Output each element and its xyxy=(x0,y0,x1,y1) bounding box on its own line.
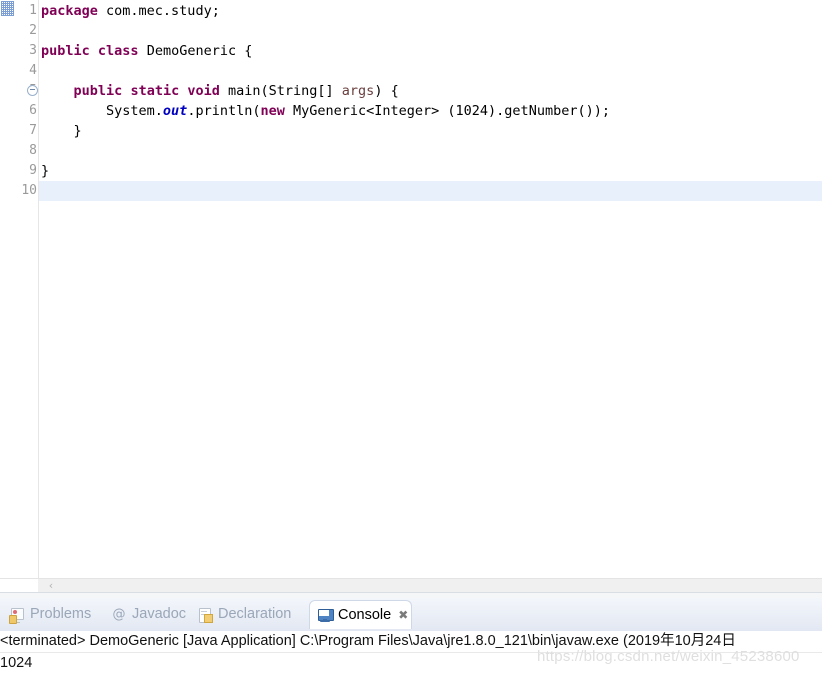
annotation-ruler[interactable] xyxy=(0,0,16,592)
declaration-icon xyxy=(197,607,213,623)
code-line[interactable] xyxy=(39,21,822,41)
code-token-kw: package xyxy=(41,3,98,19)
code-line-current[interactable] xyxy=(39,181,822,201)
code-token-plain: com.mec.study; xyxy=(97,3,220,19)
annotation-overview-marker xyxy=(1,1,14,16)
console-view[interactable]: <terminated> DemoGeneric [Java Applicati… xyxy=(0,631,822,688)
code-line[interactable]: public class DemoGeneric { xyxy=(39,41,822,61)
code-token-prm: args xyxy=(341,83,375,99)
tab-label: Javadoc xyxy=(132,606,187,623)
javadoc-icon: @ xyxy=(112,606,126,622)
code-token-kw: class xyxy=(97,43,139,59)
bottom-view-stack: Problems @ Javadoc Declaration Console ✖ <ter… xyxy=(0,598,822,688)
tab-label: Declaration xyxy=(218,606,292,623)
code-token-kw: void xyxy=(187,83,220,99)
tab-close-icon[interactable]: ✖ xyxy=(398,609,408,621)
code-token-kw: new xyxy=(260,103,285,119)
code-token-plain: System. xyxy=(41,103,163,119)
code-line[interactable] xyxy=(39,141,822,161)
view-tab-bar: Problems @ Javadoc Declaration Console ✖ xyxy=(0,598,822,631)
tab-label: Problems xyxy=(30,606,92,623)
scrollbar-left-pad xyxy=(0,579,38,592)
tab-console[interactable]: Console ✖ xyxy=(309,600,412,629)
tab-javadoc[interactable]: @ Javadoc xyxy=(104,600,190,629)
code-line[interactable]: } xyxy=(39,121,822,141)
code-line[interactable] xyxy=(39,61,822,81)
code-token-plain: } xyxy=(41,163,50,179)
code-token-plain: } xyxy=(41,123,82,139)
console-launch-header: <terminated> DemoGeneric [Java Applicati… xyxy=(0,631,822,653)
code-token-kw: static xyxy=(130,83,180,99)
code-token-plain: MyGeneric<Integer> (1024).getNumber()); xyxy=(284,103,610,119)
code-line[interactable]: package com.mec.study; xyxy=(39,1,822,21)
code-token-plain: .println( xyxy=(187,103,261,119)
code-token-kw: public xyxy=(73,83,123,99)
code-line[interactable]: } xyxy=(39,161,822,181)
code-token-plain: DemoGeneric { xyxy=(138,43,253,59)
tab-label: Console xyxy=(338,606,392,623)
code-text-area[interactable]: package com.mec.study; public class DemoG… xyxy=(39,0,822,592)
editor-horizontal-scrollbar[interactable]: ‹ xyxy=(0,578,822,592)
java-editor[interactable]: 12345678910 package com.mec.study;public… xyxy=(0,0,822,592)
code-line[interactable]: System.out.println(new MyGeneric<Integer… xyxy=(39,101,822,121)
code-token-kw: public xyxy=(41,43,90,59)
scroll-left-arrow-icon[interactable]: ‹ xyxy=(44,579,58,592)
tab-declaration[interactable]: Declaration xyxy=(190,600,309,629)
code-fold-collapse-icon[interactable] xyxy=(27,81,38,101)
code-line[interactable]: public static void main(String[] args) { xyxy=(39,81,822,101)
tab-problems[interactable]: Problems xyxy=(2,600,104,629)
code-token-plain: ) { xyxy=(374,83,399,99)
console-icon xyxy=(317,607,334,623)
problems-icon xyxy=(9,607,25,624)
code-token-plain: main(String[] xyxy=(219,83,342,99)
code-token-fld: out xyxy=(162,103,188,119)
code-folding-ruler[interactable] xyxy=(27,0,38,592)
console-output-text: 1024 xyxy=(0,655,33,671)
